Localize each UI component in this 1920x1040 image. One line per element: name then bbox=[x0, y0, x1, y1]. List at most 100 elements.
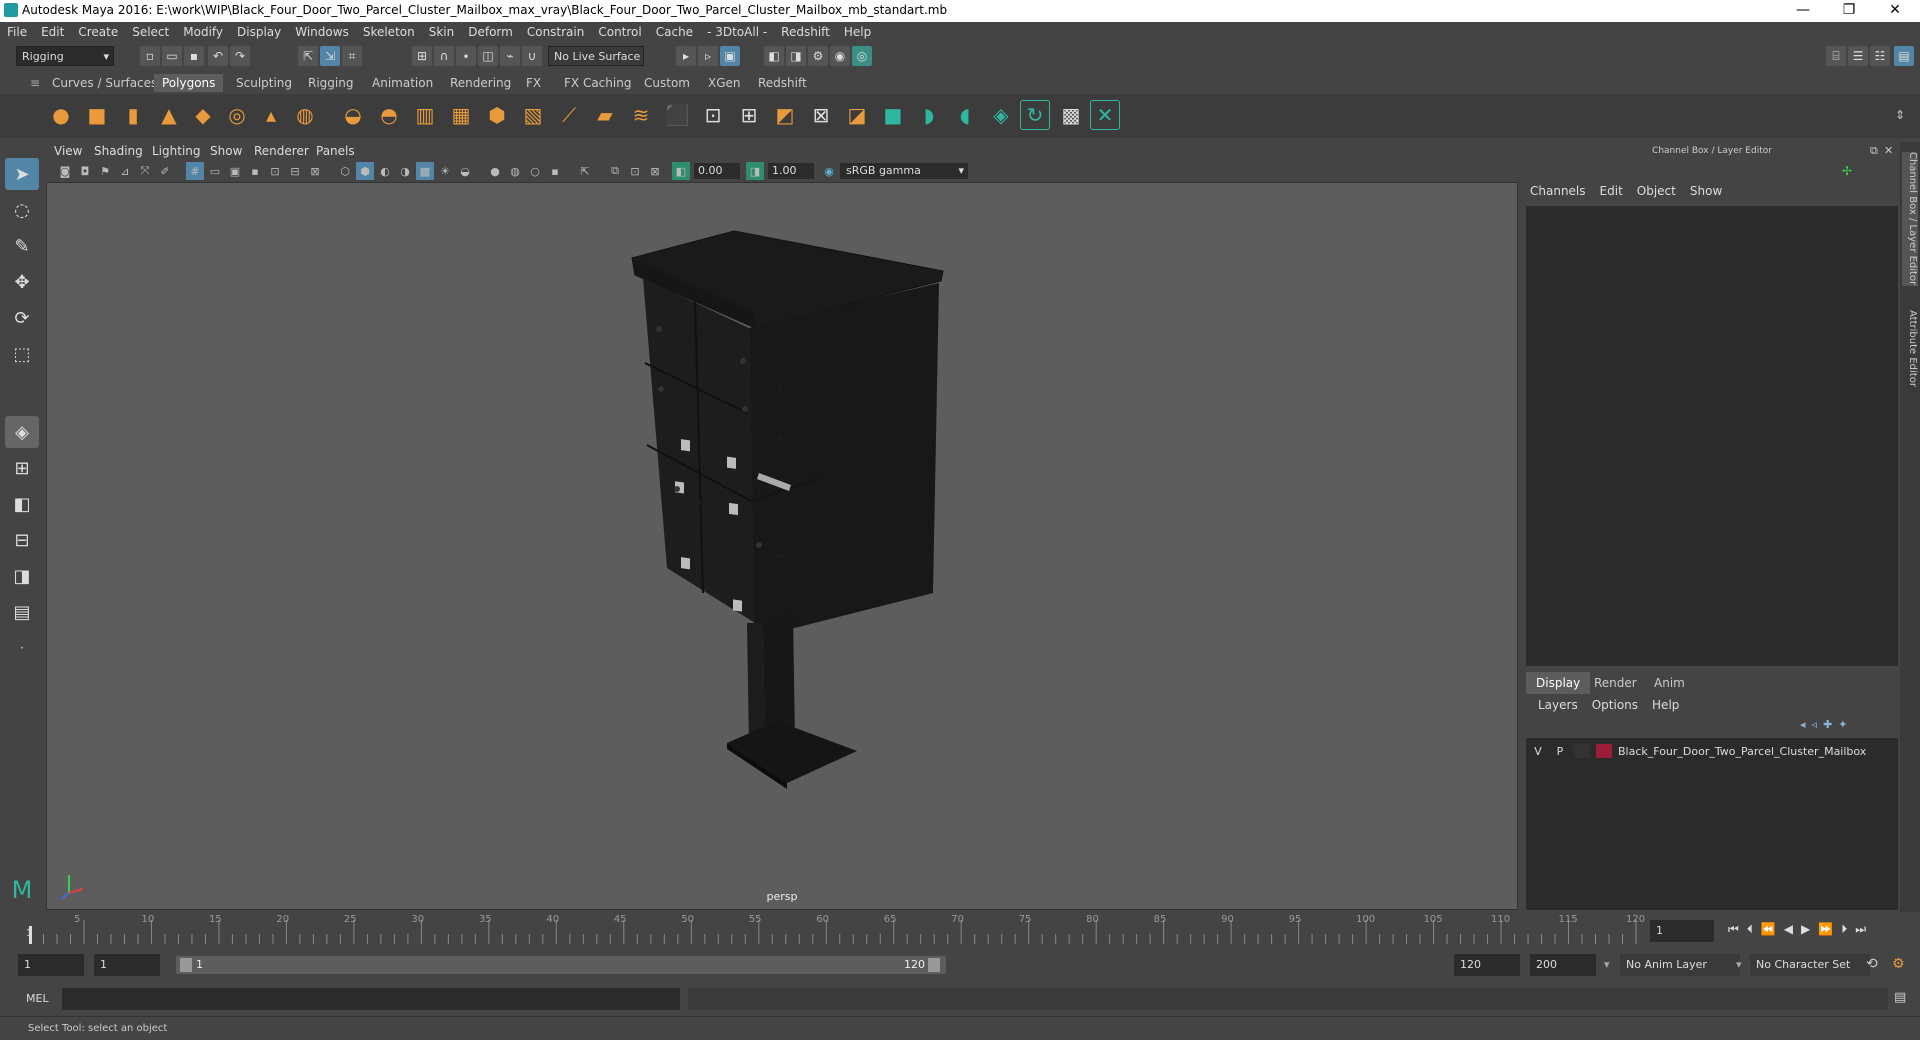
menu-help[interactable]: Help bbox=[837, 25, 878, 39]
poly-torus-icon[interactable]: ◎ bbox=[222, 100, 252, 130]
menu-skeleton[interactable]: Skeleton bbox=[356, 25, 422, 39]
magnet-icon[interactable]: ∪ bbox=[522, 46, 542, 66]
xray-joints-icon[interactable]: ⧉ bbox=[606, 162, 624, 180]
new-layer-selected-icon[interactable]: ✦ bbox=[1838, 718, 1847, 731]
step-back-key-icon[interactable]: ⏪ bbox=[1761, 922, 1776, 937]
ambient-occlusion-icon[interactable]: ● bbox=[486, 162, 504, 180]
channel-list[interactable] bbox=[1526, 206, 1898, 666]
panel-menu-panels[interactable]: Panels bbox=[316, 144, 355, 158]
view-transform-dropdown[interactable]: sRGB gamma ▾ bbox=[840, 163, 968, 179]
menu-skin[interactable]: Skin bbox=[422, 25, 462, 39]
bevel-icon[interactable]: ⬛ bbox=[662, 100, 692, 130]
panel-menu-renderer[interactable]: Renderer bbox=[254, 144, 309, 158]
textured-icon[interactable]: ▩ bbox=[416, 162, 434, 180]
move-layer-up-icon[interactable]: ◂ bbox=[1800, 718, 1806, 731]
hypershade-layout-icon[interactable]: ◨ bbox=[5, 560, 39, 592]
mirror-icon[interactable]: ⟋ bbox=[554, 100, 584, 130]
lasso-tool-icon[interactable]: ◌ bbox=[5, 194, 39, 226]
image-plane-icon[interactable]: ⊿ bbox=[116, 162, 134, 180]
layers-menu[interactable]: Layers bbox=[1538, 698, 1578, 712]
gamma-field[interactable]: 1.00 bbox=[768, 163, 814, 179]
uv-spherical-icon[interactable]: ◖ bbox=[950, 100, 980, 130]
channel-edit-menu[interactable]: Edit bbox=[1600, 184, 1623, 198]
step-back-icon[interactable]: ⏴ bbox=[1747, 922, 1753, 937]
menu-set-dropdown[interactable]: Rigging ▾ bbox=[16, 46, 114, 66]
range-slider[interactable]: 1 120 bbox=[176, 956, 946, 974]
film-gate-icon[interactable]: ▭ bbox=[206, 162, 224, 180]
channels-menu[interactable]: Channels bbox=[1530, 184, 1586, 198]
bridge-icon[interactable]: ≋ bbox=[626, 100, 656, 130]
scale-tool-icon[interactable]: ⬚ bbox=[5, 338, 39, 370]
paint-select-tool-icon[interactable]: ✎ bbox=[5, 230, 39, 262]
shelf-scroll-icon[interactable]: ⇕ bbox=[1890, 100, 1910, 130]
insert-edge-loop-icon[interactable]: ⊞ bbox=[734, 100, 764, 130]
playback-end-field[interactable]: 120 bbox=[1454, 954, 1520, 976]
menu-deform[interactable]: Deform bbox=[461, 25, 520, 39]
uv-checker-icon[interactable]: ▩ bbox=[1056, 100, 1086, 130]
channel-object-menu[interactable]: Object bbox=[1637, 184, 1676, 198]
persp-uv-layout-icon[interactable]: ▤ bbox=[5, 596, 39, 628]
wireframe-on-shaded-icon[interactable]: ◐ bbox=[376, 162, 394, 180]
separate-icon[interactable]: ◓ bbox=[374, 100, 404, 130]
shelf-tab-curves-surfaces[interactable]: Curves / Surfaces bbox=[44, 74, 165, 92]
snap-view-plane-icon[interactable]: ◫ bbox=[478, 46, 498, 66]
layer-options-menu[interactable]: Options bbox=[1592, 698, 1638, 712]
menu-file[interactable]: File bbox=[0, 25, 34, 39]
shelf-tab-xgen[interactable]: XGen bbox=[700, 74, 749, 92]
render-settings-icon[interactable]: ⚙ bbox=[808, 46, 828, 66]
output-history-icon[interactable]: ▹ bbox=[698, 46, 718, 66]
shelf-tab-animation[interactable]: Animation bbox=[364, 74, 441, 92]
current-frame-field[interactable]: 1 bbox=[1650, 920, 1714, 942]
render-view-icon[interactable]: ◎ bbox=[852, 46, 872, 66]
layer-name[interactable]: Black_Four_Door_Two_Parcel_Cluster_Mailb… bbox=[1618, 745, 1866, 758]
xray-icon[interactable]: ◑ bbox=[396, 162, 414, 180]
four-view-layout-icon[interactable]: ⊞ bbox=[5, 452, 39, 484]
playback-start-field[interactable]: 1 bbox=[94, 954, 160, 976]
uv-automatic-icon[interactable]: ◈ bbox=[986, 100, 1016, 130]
shelf-tab-redshift[interactable]: Redshift bbox=[750, 74, 815, 92]
layer-tab-render[interactable]: Render bbox=[1584, 672, 1647, 694]
end-time-field[interactable]: 200 bbox=[1530, 954, 1596, 976]
motion-blur-icon[interactable]: ◍ bbox=[506, 162, 524, 180]
menu-edit[interactable]: Edit bbox=[34, 25, 71, 39]
poly-pipe-icon[interactable]: ◍ bbox=[290, 100, 320, 130]
rotate-tool-icon[interactable]: ⟳ bbox=[5, 302, 39, 334]
shelf-tab-fx[interactable]: FX bbox=[518, 74, 549, 92]
chevron-down-icon[interactable]: ▾ bbox=[1736, 958, 1742, 971]
persp-outliner-layout-icon[interactable]: ◧ bbox=[5, 488, 39, 520]
construction-history-icon[interactable]: ▣ bbox=[720, 46, 740, 66]
grease-pencil-icon[interactable]: ✐ bbox=[156, 162, 174, 180]
float-panel-icon[interactable]: ⧉ bbox=[1870, 144, 1878, 158]
auto-key-icon[interactable]: ⟲ bbox=[1866, 956, 1878, 972]
menu-control[interactable]: Control bbox=[591, 25, 648, 39]
chevron-down-icon[interactable]: ▾ bbox=[1604, 958, 1610, 971]
manipulator-icon[interactable]: ✢ bbox=[1842, 164, 1852, 178]
layer-tab-display[interactable]: Display bbox=[1526, 672, 1591, 694]
shelf-tab-polygons[interactable]: Polygons bbox=[154, 74, 224, 92]
layer-playback-toggle[interactable]: P bbox=[1552, 745, 1568, 758]
menu-create[interactable]: Create bbox=[71, 25, 125, 39]
perspective-viewport[interactable]: 1 2 3 4 1P 2P persp bbox=[46, 182, 1518, 910]
anim-layer-dropdown[interactable]: No Anim Layer bbox=[1620, 954, 1740, 976]
uv-cylindrical-icon[interactable]: ◗ bbox=[914, 100, 944, 130]
poly-cube-icon[interactable]: ■ bbox=[82, 100, 112, 130]
input-history-icon[interactable]: ▸ bbox=[676, 46, 696, 66]
layer-list[interactable]: V P Black_Four_Door_Two_Parcel_Cluster_M… bbox=[1526, 738, 1898, 910]
play-forwards-icon[interactable]: ▶ bbox=[1801, 922, 1810, 937]
layer-help-menu[interactable]: Help bbox=[1652, 698, 1679, 712]
shelf-tab-fx-caching[interactable]: FX Caching bbox=[556, 74, 639, 92]
layer-color-swatch[interactable] bbox=[1596, 744, 1612, 758]
hypershade-icon[interactable]: ◉ bbox=[830, 46, 850, 66]
poly-cone-icon[interactable]: ▲ bbox=[154, 100, 184, 130]
uv-editor-icon[interactable]: ↻ bbox=[1020, 100, 1050, 130]
persp-graph-layout-icon[interactable]: ⊟ bbox=[5, 524, 39, 556]
close-button[interactable]: ✕ bbox=[1872, 0, 1918, 22]
animation-preferences-icon[interactable]: ⚙ bbox=[1892, 956, 1905, 972]
select-by-object-icon[interactable]: ⇲ bbox=[320, 46, 340, 66]
ipr-render-icon[interactable]: ◨ bbox=[786, 46, 806, 66]
menu-redshift[interactable]: Redshift bbox=[774, 25, 837, 39]
side-tab-attribute-editor[interactable]: Attribute Editor bbox=[1902, 310, 1918, 400]
attribute-editor-toggle-icon[interactable]: ☰ bbox=[1848, 46, 1868, 66]
layer-tab-anim[interactable]: Anim bbox=[1644, 672, 1695, 694]
channel-box-toggle-icon[interactable]: ▤ bbox=[1894, 46, 1914, 66]
